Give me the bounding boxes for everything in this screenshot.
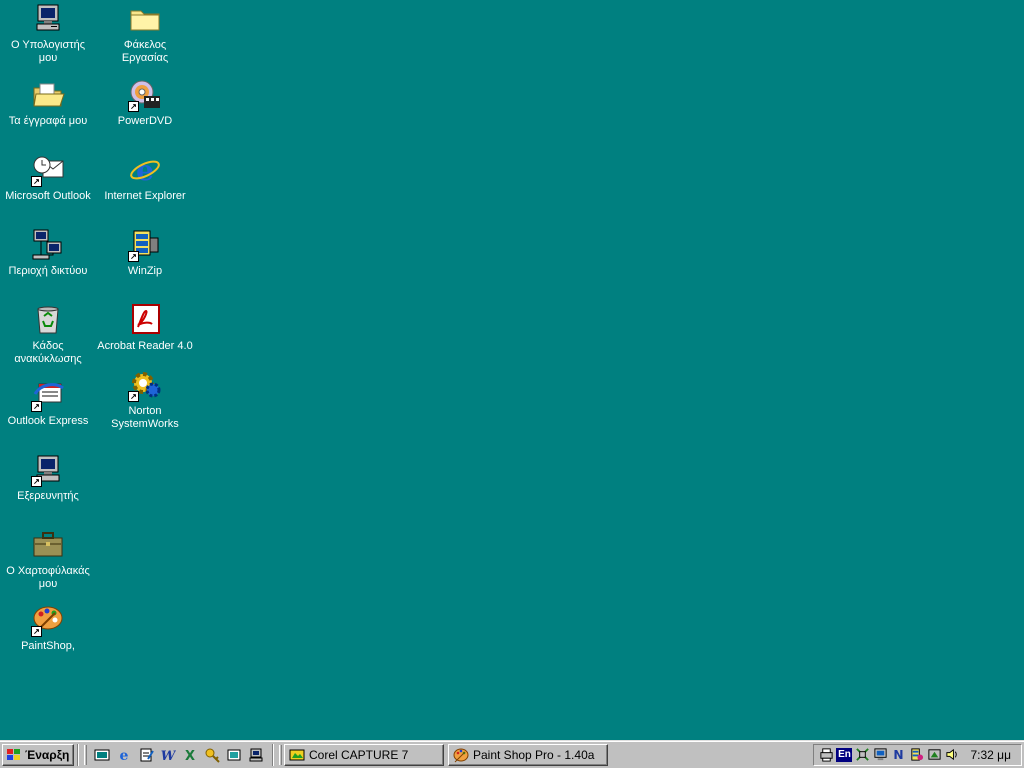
outlook-icon: ↗ [31,153,65,187]
shortcut-arrow-icon: ↗ [31,401,42,412]
task-label: Corel CAPTURE 7 [309,747,409,762]
tool-tray-icon[interactable] [926,747,942,763]
desktop-icon-my-documents[interactable]: Τα έγγραφά μου [0,78,96,128]
dvd-icon: ↗ [128,78,162,112]
desktop-icon-microsoft-outlook[interactable]: ↗ Microsoft Outlook [0,153,96,203]
svg-text:e: e [120,748,129,763]
explorer-icon: ↗ [31,453,65,487]
task-label: Paint Shop Pro - 1.40a [473,747,595,762]
task-button-corel-capture[interactable]: Corel CAPTURE 7 [284,743,444,766]
folder-icon [128,2,162,36]
shortcut-arrow-icon: ↗ [31,626,42,637]
windows-logo-icon [7,748,20,760]
shortcut-arrow-icon: ↗ [31,476,42,487]
svg-text:W: W [161,749,176,763]
search-key-icon[interactable] [203,746,221,764]
channel-icon[interactable] [225,746,243,764]
desktop-icon-outlook-express[interactable]: ↗ Outlook Express [0,378,96,428]
task-area-grip[interactable] [279,744,282,765]
system-tray: En N 7:32 μμ [813,743,1022,766]
corel-capture-icon [289,749,305,760]
recycle-bin-icon [31,303,65,337]
winzip-icon: ↗ [128,228,162,262]
quick-launch-grip[interactable] [84,744,87,765]
desktop-icon-network-neighborhood[interactable]: Περιοχή δικτύου [0,228,96,278]
ie-icon[interactable]: e [115,746,133,764]
computer-icon[interactable] [247,746,265,764]
norton-tray-icon[interactable]: N [890,747,906,763]
desktop-icon-paintshop[interactable]: ↗ PaintShop, [0,603,96,653]
language-indicator[interactable]: En [836,747,853,762]
display-icon[interactable] [872,747,888,763]
desktop-icon-norton-systemworks[interactable]: ↗ Norton SystemWorks [97,368,193,431]
norton-icon: ↗ [128,368,162,402]
quick-launch-bar: e W X [89,746,269,764]
svg-text:X: X [185,749,195,763]
taskbar-separator [272,743,274,766]
briefcase-icon [31,528,65,562]
task-button-paint-shop-pro[interactable]: Paint Shop Pro - 1.40a [448,743,608,766]
acrobat-icon [128,303,162,337]
desktop-icon-internet-explorer[interactable]: e Internet Explorer [97,153,193,203]
desktop-icon-briefcase[interactable]: Ο Χαρτοφύλακάς μου [0,528,96,591]
outlook-express-icon: ↗ [31,378,65,412]
palette-icon: ↗ [31,603,65,637]
desktop-icon-acrobat-reader[interactable]: Acrobat Reader 4.0 [97,303,193,353]
notepad-icon[interactable] [137,746,155,764]
start-button[interactable]: Έναρξη [2,743,74,766]
ie-icon: e [128,153,162,187]
palette-icon [453,748,469,762]
desktop-icon-winzip[interactable]: ↗ WinZip [97,228,193,278]
shortcut-arrow-icon: ↗ [31,176,42,187]
printer-icon[interactable] [818,747,834,763]
winzip-tray-icon[interactable] [908,747,924,763]
desktop-icon-powerdvd[interactable]: ↗ PowerDVD [97,78,193,128]
taskbar: Έναρξη e W X Corel CAPTURE 7 Paint Shop … [0,740,1024,768]
excel-icon[interactable]: X [181,746,199,764]
word-icon[interactable]: W [159,746,177,764]
network-tray-icon[interactable] [854,747,870,763]
desktop-icon-explorer[interactable]: ↗ Εξερευνητής [0,453,96,503]
desktop-icon-work-folder[interactable]: Φάκελος Εργασίας [97,2,193,65]
desktop-icon-recycle-bin[interactable]: Κάδος ανακύκλωσης [0,303,96,366]
taskbar-separator [77,743,79,766]
computer-icon [31,2,65,36]
open-folder-icon [31,78,65,112]
shortcut-arrow-icon: ↗ [128,391,139,402]
svg-text:e: e [136,154,154,187]
volume-icon[interactable] [944,747,960,763]
shortcut-arrow-icon: ↗ [128,101,139,112]
shortcut-arrow-icon: ↗ [128,251,139,262]
network-icon [31,228,65,262]
show-desktop-icon[interactable] [93,746,111,764]
desktop-icon-my-computer[interactable]: Ο Υπολογιστής μου [0,2,96,65]
svg-text:N: N [893,748,903,762]
start-label: Έναρξη [25,747,70,762]
clock[interactable]: 7:32 μμ [970,748,1011,762]
